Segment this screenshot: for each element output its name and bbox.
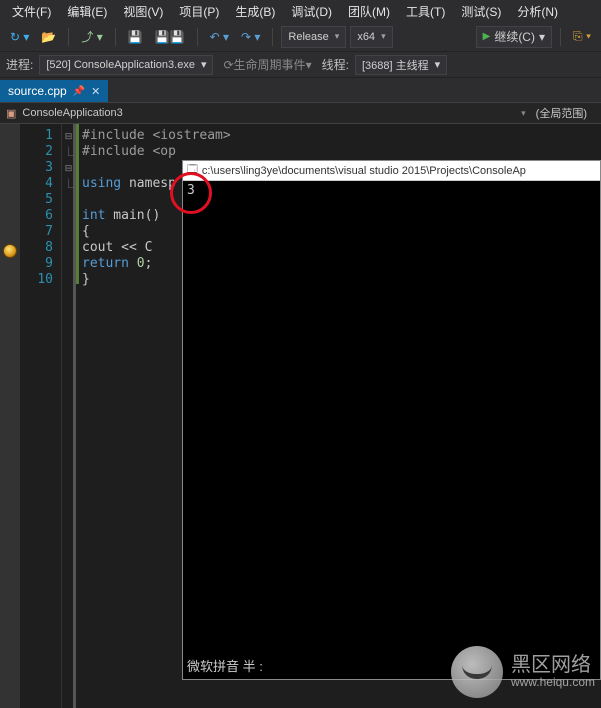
continue-button[interactable]: ▶ 继续(C) ▾: [476, 26, 552, 48]
nav-button[interactable]: ⤴ ▾: [77, 26, 106, 48]
process-label: 进程:: [6, 56, 33, 73]
menu-file[interactable]: 文件(F): [4, 0, 59, 23]
toolbar: ↻ ▾ 📂 ⤴ ▾ 💾 💾💾 ↶ ▾ ↷ ▾ Release▾ x64▾ ▶ 继…: [0, 22, 601, 52]
console-titlebar[interactable]: 🗔 c:\users\ling3ye\documents\visual stud…: [183, 161, 600, 181]
menu-debug[interactable]: 调试(D): [283, 0, 340, 23]
lifecycle-button[interactable]: ⟳ 生命周期事件 ▾: [219, 54, 315, 76]
ime-status: 微软拼音 半 :: [187, 656, 263, 675]
tab-row: source.cpp 📌 ✕: [0, 78, 601, 102]
menu-bar: 文件(F) 编辑(E) 视图(V) 项目(P) 生成(B) 调试(D) 团队(M…: [0, 0, 601, 22]
current-line-marker: [3, 244, 17, 258]
menu-build[interactable]: 生成(B): [227, 0, 283, 23]
line-number-gutter: 1 2 3 4 5 6 7 8 9 10: [20, 124, 62, 708]
redo-button[interactable]: ↷ ▾: [237, 26, 264, 48]
play-icon: ▶: [483, 31, 491, 42]
pin-icon[interactable]: 📌: [73, 86, 85, 97]
refresh-button[interactable]: ↻ ▾: [6, 26, 33, 48]
menu-analyze[interactable]: 分析(N): [509, 0, 566, 23]
config-dropdown[interactable]: Release▾: [281, 26, 346, 48]
undo-button[interactable]: ↶ ▾: [206, 26, 233, 48]
console-output: 3: [183, 181, 600, 657]
thread-label: 线程:: [322, 56, 349, 73]
process-bar: 进程: [520] ConsoleApplication3.exe▾ ⟳ 生命周…: [0, 52, 601, 78]
menu-edit[interactable]: 编辑(E): [59, 0, 115, 23]
project-name[interactable]: ConsoleApplication3: [22, 107, 122, 119]
project-icon: ▣: [6, 107, 16, 120]
menu-test[interactable]: 测试(S): [453, 0, 509, 23]
process-dropdown[interactable]: [520] ConsoleApplication3.exe▾: [39, 55, 213, 75]
step-button[interactable]: ⎘ ▾: [569, 26, 595, 48]
close-icon[interactable]: ✕: [91, 85, 100, 98]
menu-team[interactable]: 团队(M): [340, 0, 398, 23]
menu-tools[interactable]: 工具(T): [398, 0, 453, 23]
console-title: c:\users\ling3ye\documents\visual studio…: [202, 165, 526, 177]
open-button[interactable]: 📂: [37, 26, 60, 48]
scope-dropdown[interactable]: (全局范围): [536, 105, 595, 121]
thread-dropdown[interactable]: [3688] 主线程▾: [355, 55, 447, 75]
menu-project[interactable]: 项目(P): [171, 0, 227, 23]
platform-dropdown[interactable]: x64▾: [350, 26, 392, 48]
breakpoint-margin[interactable]: [0, 124, 20, 708]
tab-source-cpp[interactable]: source.cpp 📌 ✕: [0, 80, 108, 102]
code-nav-bar: ▣ ConsoleApplication3 ▾ (全局范围): [0, 102, 601, 124]
console-window[interactable]: 🗔 c:\users\ling3ye\documents\visual stud…: [182, 160, 601, 680]
dropdown-caret-icon[interactable]: ▾: [517, 108, 530, 119]
cmd-icon: 🗔: [187, 162, 198, 179]
menu-view[interactable]: 视图(V): [115, 0, 171, 23]
save-all-button[interactable]: 💾💾: [151, 26, 189, 48]
save-button[interactable]: 💾: [124, 26, 147, 48]
